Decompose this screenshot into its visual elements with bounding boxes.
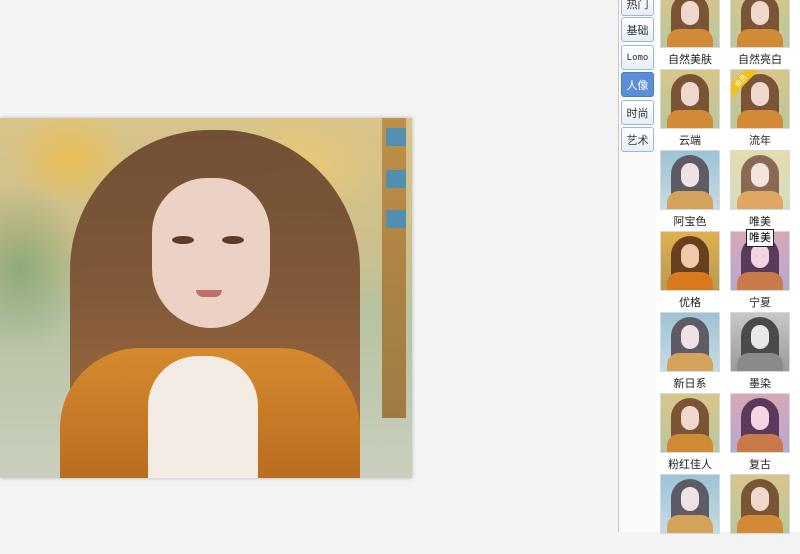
filter-label: 流年 — [749, 134, 771, 147]
thumbnail-face — [681, 163, 699, 187]
photo-sign — [386, 128, 406, 146]
filter-label: 自然美肤 — [668, 53, 712, 66]
photo-mouth — [196, 290, 222, 297]
thumbnail-face — [751, 487, 769, 511]
tab-fashion[interactable]: 时尚 — [621, 100, 654, 125]
filter-label: 云端 — [679, 134, 701, 147]
thumbnail-coat — [667, 434, 713, 452]
filter-label: 优格 — [679, 296, 701, 309]
photo-sign — [386, 170, 406, 188]
filter-thumbnail: 会员 — [730, 69, 790, 129]
photo-sign — [386, 210, 406, 228]
filter-item[interactable]: 墨染 — [730, 312, 790, 392]
thumbnail-face — [681, 487, 699, 511]
filter-label: 复古 — [749, 458, 771, 471]
thumbnail-coat — [667, 272, 713, 290]
filter-item[interactable]: 唯美 — [730, 150, 790, 230]
filter-label: 阿宝色 — [673, 215, 707, 228]
thumbnail-coat — [737, 272, 783, 290]
filter-label: 墨染 — [749, 377, 771, 390]
thumbnail-face — [681, 1, 699, 25]
filter-item[interactable]: 云端 — [660, 69, 720, 149]
filter-label: 新日系 — [673, 377, 707, 390]
filter-thumbnail — [660, 150, 720, 210]
filter-thumbnail — [660, 393, 720, 453]
filter-label: 宁夏 — [749, 296, 771, 309]
thumbnail-coat — [737, 353, 783, 371]
thumbnail-face — [751, 82, 769, 106]
filter-item[interactable]: 新日系 — [660, 312, 720, 392]
filter-thumbnail — [660, 69, 720, 129]
filter-thumbnail — [730, 150, 790, 210]
thumbnail-face — [751, 1, 769, 25]
tab-portrait[interactable]: 人像 — [621, 72, 654, 97]
filter-thumbnail — [660, 312, 720, 372]
filter-thumbnail — [730, 0, 790, 48]
photo-eye — [222, 236, 244, 244]
thumbnail-face — [751, 163, 769, 187]
filter-thumbnail — [660, 474, 720, 534]
thumbnail-coat — [737, 191, 783, 209]
filter-item[interactable]: 粉红佳人 — [660, 393, 720, 473]
thumbnail-coat — [737, 515, 783, 533]
filter-tooltip: 唯美 — [746, 229, 774, 247]
thumbnail-coat — [737, 434, 783, 452]
thumbnail-coat — [667, 110, 713, 128]
filter-thumbnail-grid: 自然美肤 自然亮白 云端 会员 流年 阿宝色 唯美 优格 宁夏 新日系 墨染 粉… — [656, 0, 800, 534]
tab-art[interactable]: 艺术 — [621, 127, 654, 152]
filter-thumbnail — [660, 0, 720, 48]
filter-item[interactable]: 自然亮白 — [730, 0, 790, 68]
filter-item[interactable] — [730, 474, 790, 554]
portrait-photo[interactable] — [0, 118, 412, 478]
tab-basic[interactable]: 基础 — [621, 17, 654, 42]
filter-label: 自然亮白 — [738, 53, 782, 66]
thumbnail-coat — [667, 191, 713, 209]
filter-label: 唯美 — [749, 215, 771, 228]
thumbnail-face — [681, 82, 699, 106]
thumbnail-face — [751, 244, 769, 268]
thumbnail-coat — [667, 515, 713, 533]
filter-thumbnail — [730, 312, 790, 372]
thumbnail-coat — [667, 29, 713, 47]
thumbnail-face — [681, 406, 699, 430]
editor-canvas — [0, 0, 618, 532]
thumbnail-coat — [667, 353, 713, 371]
thumbnail-coat — [737, 110, 783, 128]
filter-item[interactable] — [660, 474, 720, 554]
photo-post — [382, 118, 406, 418]
filter-label: 粉红佳人 — [668, 458, 712, 471]
thumbnail-face — [751, 406, 769, 430]
photo-face — [152, 178, 270, 328]
photo-eye — [172, 236, 194, 244]
filter-item[interactable]: 阿宝色 — [660, 150, 720, 230]
filter-thumbnail — [660, 231, 720, 291]
filter-category-tabs: 热门 基础 Lomo 人像 时尚 艺术 — [618, 0, 657, 532]
thumbnail-face — [681, 244, 699, 268]
filter-item[interactable]: 自然美肤 — [660, 0, 720, 68]
filter-thumbnail — [730, 393, 790, 453]
tab-hot[interactable]: 热门 — [621, 0, 654, 16]
filter-item[interactable]: 优格 — [660, 231, 720, 311]
filter-item[interactable]: 复古 — [730, 393, 790, 473]
filter-item[interactable]: 会员 流年 — [730, 69, 790, 149]
thumbnail-face — [751, 325, 769, 349]
tab-lomo[interactable]: Lomo — [621, 45, 654, 70]
thumbnail-coat — [737, 29, 783, 47]
filter-thumbnail — [730, 474, 790, 534]
photo-shirt — [148, 356, 258, 478]
thumbnail-face — [681, 325, 699, 349]
